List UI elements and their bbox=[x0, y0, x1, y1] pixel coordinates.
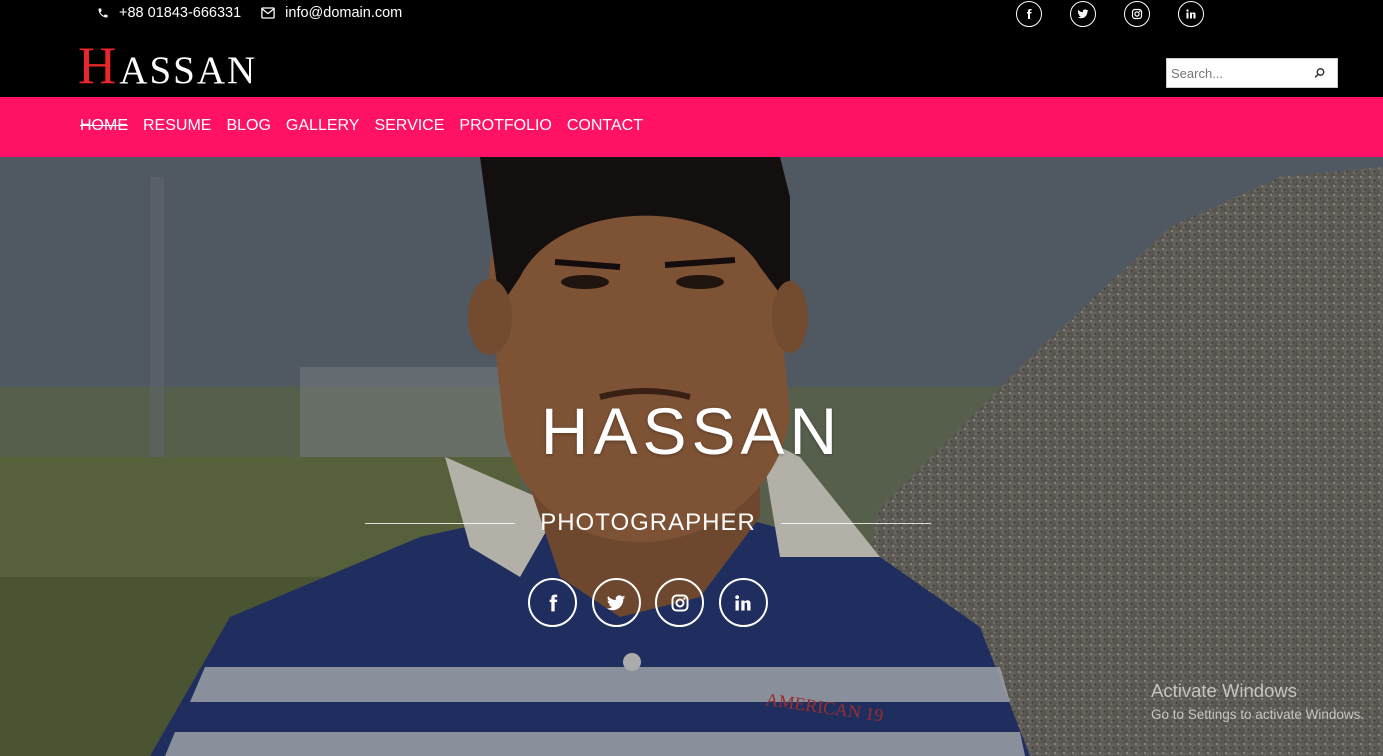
facebook-icon bbox=[1027, 9, 1032, 19]
top-social-links bbox=[1016, 1, 1232, 27]
search-button[interactable] bbox=[1307, 60, 1333, 86]
nav-menu: HOME RESUME BLOG GALLERY SERVICE PROTFOL… bbox=[80, 117, 658, 135]
divider-left bbox=[365, 522, 515, 524]
site-logo[interactable]: HASSAN bbox=[78, 40, 257, 93]
hero-section: AMERICAN 19 HASSAN PHOTOGRAPHER Activate… bbox=[0, 157, 1383, 756]
hero-title: HASSAN bbox=[540, 394, 843, 468]
hero-social-links bbox=[528, 578, 782, 627]
linkedin-icon bbox=[1186, 9, 1196, 19]
email-text: info@domain.com bbox=[285, 5, 403, 21]
watermark-title: Activate Windows bbox=[1151, 680, 1297, 701]
instagram-icon bbox=[1131, 8, 1143, 20]
hero-facebook-link[interactable] bbox=[528, 578, 577, 627]
nav-item-gallery[interactable]: GALLERY bbox=[286, 117, 360, 135]
phone-text: +88 01843-666331 bbox=[119, 5, 242, 21]
twitter-link[interactable] bbox=[1070, 1, 1096, 27]
hero-instagram-link[interactable] bbox=[655, 578, 704, 627]
nav-item-portfolio[interactable]: PROTFOLIO bbox=[459, 117, 551, 135]
phone-contact[interactable]: +88 01843-666331 bbox=[97, 5, 241, 21]
search-box bbox=[1166, 58, 1338, 88]
phone-icon bbox=[98, 8, 108, 18]
instagram-link[interactable] bbox=[1124, 1, 1150, 27]
nav-item-blog[interactable]: BLOG bbox=[226, 117, 270, 135]
twitter-icon bbox=[1077, 9, 1089, 19]
facebook-icon bbox=[549, 594, 557, 611]
windows-activation-watermark: Activate Windows Go to Settings to activ… bbox=[1151, 680, 1364, 722]
instagram-icon bbox=[671, 594, 688, 611]
search-input[interactable] bbox=[1167, 60, 1307, 86]
hero-subtitle: PHOTOGRAPHER bbox=[540, 509, 756, 536]
nav-item-resume[interactable]: RESUME bbox=[143, 117, 211, 135]
linkedin-link[interactable] bbox=[1178, 1, 1204, 27]
nav-item-service[interactable]: SERVICE bbox=[374, 117, 444, 135]
search-icon bbox=[1314, 68, 1325, 78]
logo-initial: H bbox=[78, 37, 119, 95]
main-nav: HOME RESUME BLOG GALLERY SERVICE PROTFOL… bbox=[0, 97, 1383, 157]
hero-linkedin-link[interactable] bbox=[718, 578, 768, 627]
twitter-icon bbox=[606, 594, 626, 610]
email-contact[interactable]: info@domain.com bbox=[261, 5, 402, 21]
contact-info: +88 01843-666331 info@domain.com bbox=[97, 5, 402, 21]
envelope-icon bbox=[261, 7, 275, 19]
divider-right bbox=[781, 522, 931, 524]
facebook-link[interactable] bbox=[1016, 1, 1042, 27]
hero-subtitle-row: PHOTOGRAPHER bbox=[365, 509, 931, 537]
nav-item-contact[interactable]: CONTACT bbox=[567, 117, 643, 135]
logo-rest: ASSAN bbox=[119, 49, 258, 92]
nav-item-home[interactable]: HOME bbox=[80, 117, 128, 135]
linkedin-icon bbox=[735, 594, 751, 610]
top-header: +88 01843-666331 info@domain.com HASSAN bbox=[0, 0, 1383, 97]
hero-twitter-link[interactable] bbox=[591, 578, 641, 627]
watermark-subtitle: Go to Settings to activate Windows. bbox=[1151, 707, 1365, 722]
